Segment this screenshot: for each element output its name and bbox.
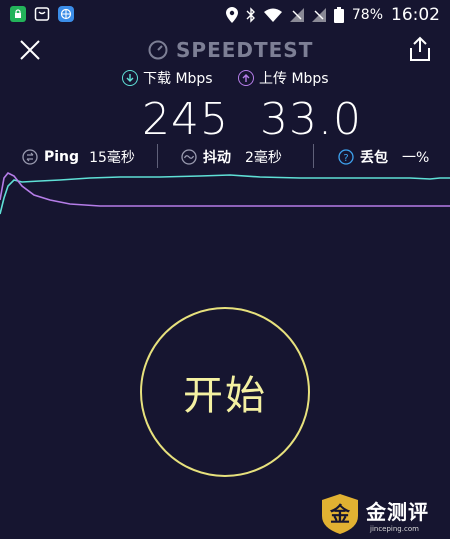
upload-value: 33.0	[260, 94, 362, 145]
status-bar: 78% 16:02	[0, 0, 450, 30]
lock-app-icon	[10, 6, 26, 22]
share-button[interactable]	[408, 36, 432, 62]
speed-graph	[0, 171, 450, 215]
stats-divider	[313, 144, 314, 168]
upload-metric: 上传 Mbps 33.0	[238, 68, 362, 145]
bluetooth-icon	[246, 7, 255, 23]
notification-icons	[10, 6, 74, 22]
ping-icon	[22, 149, 38, 165]
app-title: SPEEDTEST	[148, 38, 313, 62]
share-icon	[410, 36, 430, 61]
browser-app-icon	[58, 6, 74, 22]
ping-label: Ping	[44, 149, 80, 165]
stats-divider	[157, 144, 158, 168]
system-icons: 78% 16:02	[225, 5, 440, 25]
loss-label: 丢包	[360, 150, 388, 166]
download-metric: 下载 Mbps 245	[122, 68, 229, 145]
jitter-icon	[181, 149, 197, 165]
loss-value: 一%	[402, 150, 430, 166]
page-title: SPEEDTEST	[176, 38, 314, 62]
start-button-label: 开始	[183, 373, 267, 419]
close-button[interactable]	[18, 38, 42, 62]
ping-stat: Ping 15毫秒	[22, 147, 135, 167]
jitter-value: 2毫秒	[245, 150, 282, 166]
upload-label: 上传 Mbps	[259, 71, 329, 87]
stats-row: Ping 15毫秒 抖动 2毫秒 ? 丢包 一%	[0, 144, 450, 170]
top-bar: SPEEDTEST	[0, 32, 450, 72]
start-button[interactable]: 开始	[140, 307, 310, 477]
download-value: 245	[142, 94, 229, 145]
bag-app-icon	[34, 6, 50, 22]
svg-text:金: 金	[329, 502, 351, 526]
watermark-text: 金测评	[366, 500, 429, 524]
location-icon	[225, 7, 238, 23]
jitter-label: 抖动	[203, 150, 231, 166]
wifi-icon	[263, 8, 282, 22]
jitter-stat: 抖动 2毫秒	[181, 147, 282, 167]
watermark-badge-icon: 金	[322, 494, 358, 534]
close-icon	[20, 40, 40, 60]
signal-sim2-icon	[311, 8, 326, 22]
ping-value: 15毫秒	[89, 150, 135, 166]
question-icon: ?	[338, 149, 354, 165]
battery-icon	[333, 7, 344, 23]
download-speed-line	[0, 174, 450, 215]
signal-sim1-icon	[289, 8, 304, 22]
battery-percent: 78%	[351, 7, 383, 23]
watermark-logo: 金 金测评 jinceping.com	[318, 492, 448, 538]
clock: 16:02	[391, 5, 440, 25]
download-arrow-icon	[122, 70, 138, 86]
upload-arrow-icon	[238, 70, 254, 86]
svg-text:?: ?	[343, 153, 348, 164]
download-label: 下载 Mbps	[143, 71, 213, 87]
speedometer-icon	[148, 40, 168, 60]
loss-stat: ? 丢包 一%	[338, 147, 429, 167]
watermark-url: jinceping.com	[370, 525, 419, 533]
